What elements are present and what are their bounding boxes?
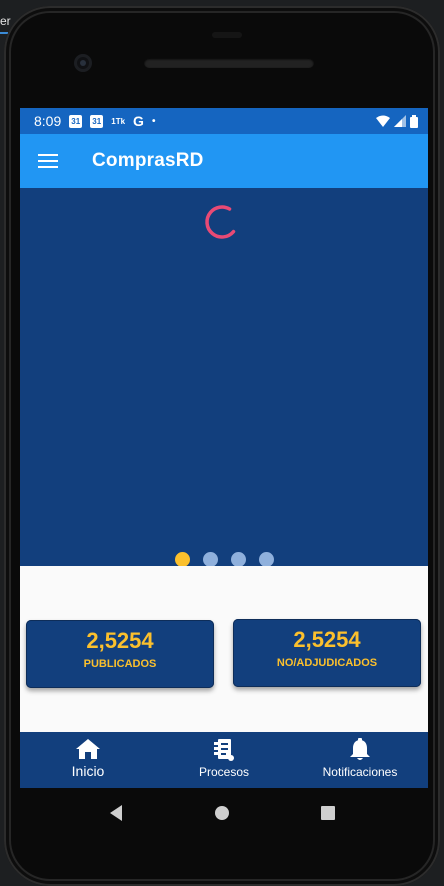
calendar-31-icon: 31 [90,114,104,128]
google-icon: G [133,113,144,129]
stat-value: 2,5254 [86,628,154,653]
stats-section: 2,5254 PUBLICADOS 2,5254 NO/ADJUDICADOS [20,566,428,732]
dot-icon: • [151,115,156,127]
front-camera [74,54,92,72]
battery-icon [410,114,418,128]
home-icon [76,739,100,759]
nav-label: Notificaciones [322,765,398,779]
calendar-31-icon: 31 [69,114,83,128]
bottom-navigation: Inicio Procesos Notificaciones [20,732,428,788]
back-icon[interactable] [108,804,124,822]
data-saver-icon: 1Tk [111,116,126,126]
status-bar: 8:09 31 31 1Tk G • [20,108,428,134]
nav-label: Inicio [71,763,105,779]
recents-icon[interactable] [320,805,336,821]
speaker-grille [144,58,314,68]
nav-item-procesos[interactable]: Procesos [156,732,292,788]
app-bar: ComprasRD [20,134,428,188]
loading-spinner-icon [205,205,239,239]
nav-item-inicio[interactable]: Inicio [20,732,156,788]
stat-label: NO/ADJUDICADOS [276,657,378,669]
nav-item-notificaciones[interactable]: Notificaciones [292,732,428,788]
carousel-indicator [20,552,428,567]
carousel-dot[interactable] [258,552,274,567]
menu-icon[interactable] [38,150,58,172]
wifi-icon [376,115,390,127]
signal-icon [394,115,406,127]
carousel-dot[interactable] [230,552,246,567]
earpiece [212,32,242,38]
stat-value: 2,5254 [293,627,361,652]
system-navigation-bar [4,788,440,838]
stat-label: PUBLICADOS [83,658,157,670]
stat-card-no-adjudicados[interactable]: 2,5254 NO/ADJUDICADOS [233,619,421,687]
carousel-dot-active[interactable] [174,552,190,567]
banner-carousel[interactable] [20,188,428,566]
nav-label: Procesos [198,765,250,779]
app-screen: 8:09 31 31 1Tk G • ComprasRD 2,5254 PUBL… [20,108,428,788]
carousel-dot[interactable] [202,552,218,567]
status-time: 8:09 [34,113,62,129]
app-title: ComprasRD [92,150,204,171]
bell-icon [350,738,370,760]
document-list-icon [214,739,234,761]
home-circle-icon[interactable] [214,805,230,821]
stat-card-publicados[interactable]: 2,5254 PUBLICADOS [26,620,214,688]
